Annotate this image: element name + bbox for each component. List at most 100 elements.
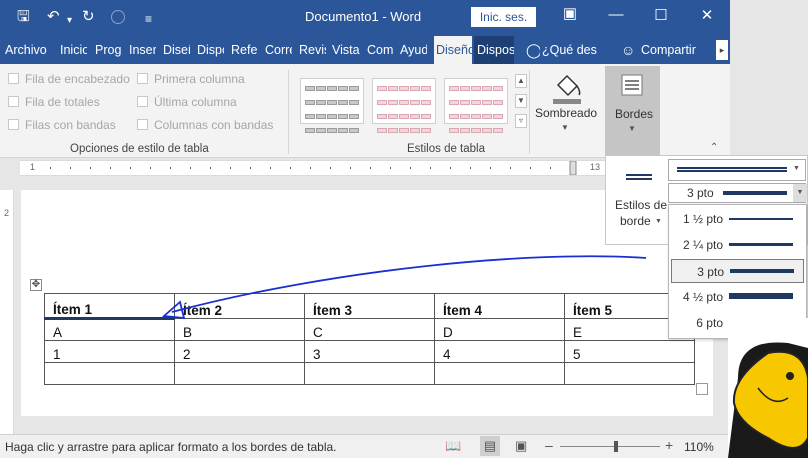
table-cell[interactable]: 4 (434, 340, 565, 363)
tab-vista[interactable]: Vista (332, 36, 362, 64)
undo-dropdown-icon[interactable]: ▾ (67, 11, 72, 31)
border-styles-dropdown-icon[interactable]: ▼ (655, 218, 662, 225)
zoom-in-icon[interactable]: + (665, 437, 673, 453)
first-column-checkbox[interactable]: Primera columna (137, 72, 245, 86)
tab-referencias[interactable]: Refer (231, 36, 258, 64)
banded-columns-label: Columnas con bandas (154, 118, 274, 132)
weight-line-preview (729, 218, 793, 220)
weight-option-3[interactable]: 3 pto (671, 259, 804, 283)
table-cell[interactable]: 1 (44, 340, 175, 363)
vertical-ruler[interactable]: 2 (0, 190, 14, 436)
line-style-dropdown-icon: ▼ (793, 165, 800, 172)
redo-icon[interactable]: ↻ (82, 7, 95, 27)
maximize-icon[interactable]: ☐ (651, 6, 671, 24)
banded-rows-checkbox[interactable]: Filas con bandas (8, 118, 116, 132)
tab-diseno-tabla[interactable]: Diseño (434, 36, 472, 64)
zoom-slider-thumb[interactable] (614, 441, 618, 452)
tell-me-input[interactable]: ¿Qué des (542, 36, 604, 64)
last-column-checkbox[interactable]: Última columna (137, 95, 237, 109)
zoom-slider[interactable] (560, 446, 660, 447)
weight-line-preview (729, 243, 793, 246)
weight-option-4-5[interactable]: 4 ½ pto (671, 285, 804, 309)
read-mode-icon[interactable]: 📖 (445, 438, 461, 454)
table-cell[interactable] (174, 362, 305, 385)
tab-insertar[interactable]: Inser (129, 36, 156, 64)
table-cell[interactable]: 3 (304, 340, 435, 363)
sign-in-button[interactable]: Inic. ses. (471, 7, 536, 27)
tab-revisar[interactable]: Revis (299, 36, 326, 64)
table-move-handle-icon[interactable]: ✥ (30, 279, 42, 291)
minimize-icon[interactable]: — (606, 6, 626, 23)
tab-inicio[interactable]: Inicio (60, 36, 87, 64)
table-row: 1 2 3 4 5 (44, 340, 695, 363)
table-cell[interactable] (304, 362, 435, 385)
styles-more-icon[interactable]: ▿ (515, 114, 527, 128)
tab-diseno[interactable]: Diseñ (163, 36, 190, 64)
customize-qat-icon[interactable]: ≡ (145, 9, 152, 29)
line-weight-select[interactable]: 3 pto ▼ (668, 183, 807, 203)
tab-disposicion-tabla[interactable]: Dispos (474, 36, 514, 64)
shading-dropdown-icon: ▼ (561, 123, 569, 132)
mascot-image (728, 318, 808, 458)
undo-icon[interactable]: ↶ (47, 7, 60, 27)
border-styles-label-2[interactable]: borde (620, 214, 651, 228)
ruler-number: 2 (4, 208, 10, 218)
styles-scroll-down-icon[interactable]: ▼ (515, 94, 527, 108)
zoom-level[interactable]: 110% (684, 440, 714, 454)
share-button[interactable]: Compartir (641, 36, 701, 64)
first-column-label: Primera columna (154, 72, 245, 86)
ribbon: Fila de encabezado Primera columna Fila … (0, 64, 730, 158)
touch-mode-icon[interactable] (111, 10, 125, 24)
table-cell[interactable]: 5 (564, 340, 695, 363)
ribbon-display-icon[interactable]: ▣ (560, 4, 580, 22)
weight-option-1-5[interactable]: 1 ½ pto (671, 207, 804, 231)
line-style-select[interactable]: ▼ (668, 159, 806, 181)
print-layout-icon[interactable]: ▤ (480, 436, 500, 456)
borders-label: Bordes (615, 107, 654, 121)
table-cell[interactable] (44, 362, 175, 385)
close-icon[interactable]: ✕ (697, 6, 717, 24)
tab-disposicion[interactable]: Dispo (197, 36, 224, 64)
line-weight-value: 3 pto (687, 186, 714, 200)
table-resize-handle[interactable] (696, 383, 708, 395)
horizontal-ruler[interactable]: 1 13 (20, 160, 606, 176)
shading-button[interactable]: Sombreado ▼ (533, 66, 599, 138)
table-style-light-1[interactable] (372, 78, 436, 133)
tab-archivo[interactable]: Archivo (5, 36, 53, 64)
weight-line-preview (729, 293, 793, 299)
save-icon[interactable]: 🖫 (17, 7, 30, 27)
status-message: Haga clic y arrastre para aplicar format… (5, 440, 337, 454)
tab-scroll-right-icon[interactable]: ▸ (716, 40, 728, 60)
banded-columns-checkbox[interactable]: Columnas con bandas (137, 118, 273, 132)
collapse-ribbon-icon[interactable]: ⌃ (710, 142, 718, 153)
shading-label: Sombreado (535, 106, 598, 120)
table-style-plain-grid[interactable] (300, 78, 364, 133)
share-user-icon[interactable]: ☺ (621, 36, 637, 64)
table-style-light-2[interactable] (444, 78, 508, 133)
table-cell[interactable] (564, 362, 695, 385)
styles-scroll-up-icon[interactable]: ▲ (515, 74, 527, 88)
tab-complementos[interactable]: Com (367, 36, 394, 64)
table-styles-group-label: Estilos de tabla (407, 143, 485, 155)
line-weight-dropdown-icon[interactable]: ▼ (793, 184, 807, 202)
lightbulb-icon[interactable]: ◯ (526, 36, 540, 64)
table-cell[interactable]: 2 (174, 340, 305, 363)
web-layout-icon[interactable]: ▣ (515, 438, 527, 454)
borders-icon (621, 74, 643, 96)
borders-button[interactable]: Bordes ▼ (605, 66, 660, 156)
weight-option-2-25[interactable]: 2 ¼ pto (671, 233, 804, 257)
paint-bucket-icon (553, 74, 581, 104)
table-cell[interactable] (434, 362, 565, 385)
tab-programador[interactable]: Prog (95, 36, 122, 64)
tab-correspondencia[interactable]: Corre (265, 36, 292, 64)
header-row-checkbox[interactable]: Fila de encabezado (8, 72, 130, 86)
weight-option-label: 1 ½ pto (682, 212, 723, 226)
tab-ayuda[interactable]: Ayud (400, 36, 427, 64)
ruler-ticks (50, 161, 577, 175)
zoom-out-icon[interactable]: – (545, 437, 553, 453)
border-styles-label[interactable]: Estilos de (615, 198, 667, 212)
annotation-arrow (161, 255, 647, 320)
line-style-preview (677, 167, 787, 172)
total-row-checkbox[interactable]: Fila de totales (8, 95, 100, 109)
last-column-label: Última columna (154, 95, 237, 109)
